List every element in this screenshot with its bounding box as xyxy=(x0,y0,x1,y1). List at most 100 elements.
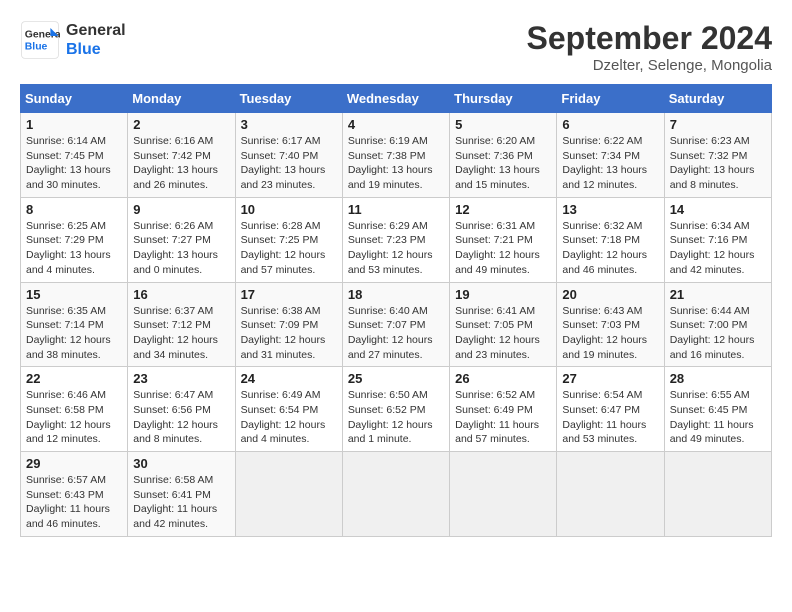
day-info: Sunrise: 6:47 AMSunset: 6:56 PMDaylight:… xyxy=(133,388,229,447)
col-thursday: Thursday xyxy=(450,85,557,113)
day-number: 14 xyxy=(670,202,766,217)
day-info: Sunrise: 6:31 AMSunset: 7:21 PMDaylight:… xyxy=(455,219,551,278)
table-row: 23Sunrise: 6:47 AMSunset: 6:56 PMDayligh… xyxy=(128,367,235,452)
day-number: 1 xyxy=(26,117,122,132)
table-row: 24 Sunrise: 6:49 AMSunset: 6:54 PMDayligh… xyxy=(235,367,342,452)
table-row: 2Sunrise: 6:16 AMSunset: 7:42 PMDaylight… xyxy=(128,113,235,198)
day-number: 9 xyxy=(133,202,229,217)
day-number: 10 xyxy=(241,202,337,217)
table-row: 11Sunrise: 6:29 AMSunset: 7:23 PMDayligh… xyxy=(342,197,449,282)
day-info: Sunrise: 6:22 AMSunset: 7:34 PMDaylight:… xyxy=(562,134,658,193)
table-row xyxy=(342,452,449,537)
col-sunday: Sunday xyxy=(21,85,128,113)
day-info: Sunrise: 6:17 AMSunset: 7:40 PMDaylight:… xyxy=(241,134,337,193)
logo: General Blue General Blue xyxy=(20,20,126,60)
table-row: 19 Sunrise: 6:41 AMSunset: 7:05 PMDayligh… xyxy=(450,282,557,367)
calendar-week-row: 22 Sunrise: 6:46 AMSunset: 6:58 PMDayligh… xyxy=(21,367,772,452)
day-number: 4 xyxy=(348,117,444,132)
col-wednesday: Wednesday xyxy=(342,85,449,113)
day-info: Sunrise: 6:28 AMSunset: 7:25 PMDaylight:… xyxy=(241,219,337,278)
table-row: 5 Sunrise: 6:20 AMSunset: 7:36 PMDaylight… xyxy=(450,113,557,198)
day-number: 6 xyxy=(562,117,658,132)
table-row: 27Sunrise: 6:54 AMSunset: 6:47 PMDayligh… xyxy=(557,367,664,452)
table-row: 8 Sunrise: 6:25 AMSunset: 7:29 PMDaylight… xyxy=(21,197,128,282)
logo-blue: Blue xyxy=(66,40,126,59)
day-number: 12 xyxy=(455,202,551,217)
day-number: 7 xyxy=(670,117,766,132)
table-row: 26Sunrise: 6:52 AMSunset: 6:49 PMDayligh… xyxy=(450,367,557,452)
table-row: 6 Sunrise: 6:22 AMSunset: 7:34 PMDaylight… xyxy=(557,113,664,198)
day-info: Sunrise: 6:19 AMSunset: 7:38 PMDaylight:… xyxy=(348,134,444,193)
table-row: 13 Sunrise: 6:32 AMSunset: 7:18 PMDayligh… xyxy=(557,197,664,282)
table-row: 14 Sunrise: 6:34 AMSunset: 7:16 PMDayligh… xyxy=(664,197,771,282)
day-number: 8 xyxy=(26,202,122,217)
table-row: 10 Sunrise: 6:28 AMSunset: 7:25 PMDayligh… xyxy=(235,197,342,282)
day-info: Sunrise: 6:41 AMSunset: 7:05 PMDaylight:… xyxy=(455,304,551,363)
table-row: 16Sunrise: 6:37 AMSunset: 7:12 PMDayligh… xyxy=(128,282,235,367)
table-row: 18 Sunrise: 6:40 AMSunset: 7:07 PMDayligh… xyxy=(342,282,449,367)
day-info: Sunrise: 6:32 AMSunset: 7:18 PMDaylight:… xyxy=(562,219,658,278)
logo-icon: General Blue xyxy=(20,20,60,60)
calendar-subtitle: Dzelter, Selenge, Mongolia xyxy=(527,57,772,74)
title-area: September 2024 Dzelter, Selenge, Mongoli… xyxy=(527,20,772,74)
day-number: 18 xyxy=(348,287,444,302)
calendar-week-row: 29 Sunrise: 6:57 AMSunset: 6:43 PMDayligh… xyxy=(21,452,772,537)
table-row xyxy=(557,452,664,537)
table-row: 9 Sunrise: 6:26 AMSunset: 7:27 PMDaylight… xyxy=(128,197,235,282)
day-info: Sunrise: 6:57 AMSunset: 6:43 PMDaylight:… xyxy=(26,473,122,532)
table-row: 3 Sunrise: 6:17 AMSunset: 7:40 PMDaylight… xyxy=(235,113,342,198)
day-info: Sunrise: 6:14 AMSunset: 7:45 PMDaylight:… xyxy=(26,134,122,193)
day-info: Sunrise: 6:16 AMSunset: 7:42 PMDaylight:… xyxy=(133,134,229,193)
day-info: Sunrise: 6:40 AMSunset: 7:07 PMDaylight:… xyxy=(348,304,444,363)
table-row: 29 Sunrise: 6:57 AMSunset: 6:43 PMDayligh… xyxy=(21,452,128,537)
table-row: 7Sunrise: 6:23 AMSunset: 7:32 PMDaylight… xyxy=(664,113,771,198)
day-number: 29 xyxy=(26,456,122,471)
day-number: 19 xyxy=(455,287,551,302)
day-info: Sunrise: 6:43 AMSunset: 7:03 PMDaylight:… xyxy=(562,304,658,363)
table-row: 4 Sunrise: 6:19 AMSunset: 7:38 PMDaylight… xyxy=(342,113,449,198)
day-info: Sunrise: 6:58 AMSunset: 6:41 PMDaylight:… xyxy=(133,473,229,532)
table-row: 25 Sunrise: 6:50 AMSunset: 6:52 PMDayligh… xyxy=(342,367,449,452)
table-row: 15Sunrise: 6:35 AMSunset: 7:14 PMDayligh… xyxy=(21,282,128,367)
col-monday: Monday xyxy=(128,85,235,113)
day-number: 25 xyxy=(348,371,444,386)
day-number: 5 xyxy=(455,117,551,132)
logo-general: General xyxy=(66,21,126,40)
table-row: 1 Sunrise: 6:14 AMSunset: 7:45 PMDaylight… xyxy=(21,113,128,198)
table-row xyxy=(235,452,342,537)
table-row: 28Sunrise: 6:55 AMSunset: 6:45 PMDayligh… xyxy=(664,367,771,452)
calendar-week-row: 15Sunrise: 6:35 AMSunset: 7:14 PMDayligh… xyxy=(21,282,772,367)
day-info: Sunrise: 6:55 AMSunset: 6:45 PMDaylight:… xyxy=(670,388,766,447)
day-info: Sunrise: 6:38 AMSunset: 7:09 PMDaylight:… xyxy=(241,304,337,363)
day-number: 22 xyxy=(26,371,122,386)
day-number: 16 xyxy=(133,287,229,302)
day-number: 21 xyxy=(670,287,766,302)
day-info: Sunrise: 6:25 AMSunset: 7:29 PMDaylight:… xyxy=(26,219,122,278)
calendar-title: September 2024 xyxy=(527,20,772,57)
day-info: Sunrise: 6:34 AMSunset: 7:16 PMDaylight:… xyxy=(670,219,766,278)
table-row: 17 Sunrise: 6:38 AMSunset: 7:09 PMDayligh… xyxy=(235,282,342,367)
day-info: Sunrise: 6:49 AMSunset: 6:54 PMDaylight:… xyxy=(241,388,337,447)
table-row: 22 Sunrise: 6:46 AMSunset: 6:58 PMDayligh… xyxy=(21,367,128,452)
day-number: 13 xyxy=(562,202,658,217)
day-info: Sunrise: 6:46 AMSunset: 6:58 PMDaylight:… xyxy=(26,388,122,447)
day-info: Sunrise: 6:44 AMSunset: 7:00 PMDaylight:… xyxy=(670,304,766,363)
day-number: 24 xyxy=(241,371,337,386)
day-info: Sunrise: 6:20 AMSunset: 7:36 PMDaylight:… xyxy=(455,134,551,193)
day-number: 17 xyxy=(241,287,337,302)
day-number: 15 xyxy=(26,287,122,302)
day-number: 3 xyxy=(241,117,337,132)
day-info: Sunrise: 6:54 AMSunset: 6:47 PMDaylight:… xyxy=(562,388,658,447)
day-info: Sunrise: 6:26 AMSunset: 7:27 PMDaylight:… xyxy=(133,219,229,278)
day-number: 30 xyxy=(133,456,229,471)
table-row: 21 Sunrise: 6:44 AMSunset: 7:00 PMDayligh… xyxy=(664,282,771,367)
day-info: Sunrise: 6:50 AMSunset: 6:52 PMDaylight:… xyxy=(348,388,444,447)
header: General Blue General Blue September 2024… xyxy=(20,20,772,74)
day-number: 20 xyxy=(562,287,658,302)
table-row xyxy=(664,452,771,537)
table-row: 20 Sunrise: 6:43 AMSunset: 7:03 PMDayligh… xyxy=(557,282,664,367)
day-info: Sunrise: 6:52 AMSunset: 6:49 PMDaylight:… xyxy=(455,388,551,447)
day-number: 11 xyxy=(348,202,444,217)
calendar-table: Sunday Monday Tuesday Wednesday Thursday… xyxy=(20,84,772,537)
col-saturday: Saturday xyxy=(664,85,771,113)
